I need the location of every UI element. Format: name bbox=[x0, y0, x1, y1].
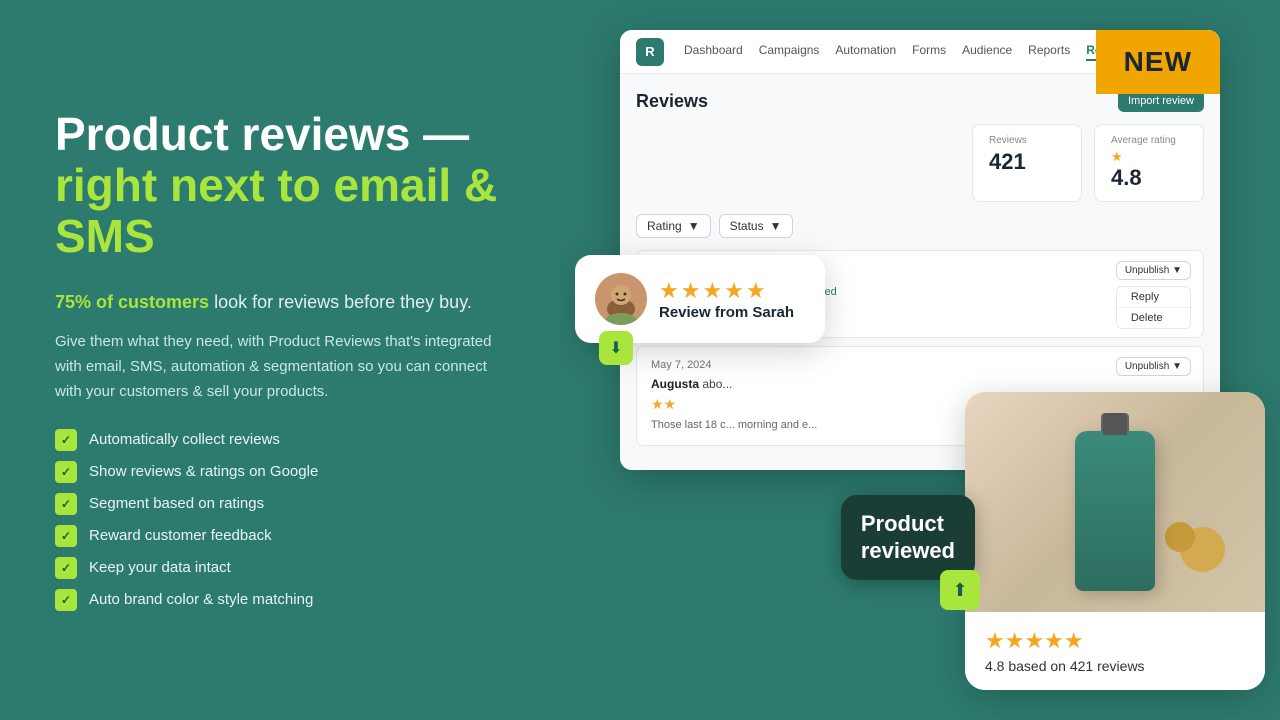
app-logo: R bbox=[636, 38, 664, 66]
product-reviewed-badge: Productreviewed bbox=[841, 495, 975, 580]
feature-label: Keep your data intact bbox=[89, 559, 231, 576]
nav-forms[interactable]: Forms bbox=[912, 43, 946, 61]
subheadline-rest: look for reviews before they buy. bbox=[209, 292, 472, 312]
product-image bbox=[965, 392, 1265, 612]
check-icon: ✓ bbox=[55, 557, 77, 579]
stats-row: Reviews 421 Average rating ★ 4.8 bbox=[636, 124, 1204, 202]
subheadline-bold: 75% of customers bbox=[55, 292, 209, 312]
product-rating-text: 4.8 based on 421 reviews bbox=[985, 658, 1245, 674]
action-buttons: Reply Delete bbox=[1116, 286, 1191, 329]
feature-label: Show reviews & ratings on Google bbox=[89, 463, 318, 480]
sarah-stars: ★★★★★ bbox=[659, 278, 794, 304]
product-bottle bbox=[1075, 413, 1155, 591]
sarah-name: Review from Sarah bbox=[659, 304, 794, 321]
reviews-stat-card: Reviews 421 bbox=[972, 124, 1082, 202]
subheadline: 75% of customers look for reviews before… bbox=[55, 289, 505, 316]
main-headline: Product reviews — right next to email & … bbox=[55, 109, 505, 261]
sarah-review-info: ★★★★★ Review from Sarah bbox=[659, 278, 794, 321]
check-icon: ✓ bbox=[55, 493, 77, 515]
decor-ball-2 bbox=[1165, 522, 1195, 552]
sarah-card-top: ★★★★★ Review from Sarah bbox=[595, 273, 805, 325]
dashboard-nav: Dashboard Campaigns Automation Forms Aud… bbox=[684, 43, 1134, 61]
feature-list: ✓ Automatically collect reviews ✓ Show r… bbox=[55, 429, 505, 611]
upload-icon: ⬆ bbox=[940, 570, 980, 610]
check-icon: ✓ bbox=[55, 525, 77, 547]
product-reviewed-text: Productreviewed bbox=[861, 511, 955, 562]
rating-stat-card: Average rating ★ 4.8 bbox=[1094, 124, 1204, 202]
rating-stat-label: Average rating bbox=[1111, 135, 1187, 146]
reviews-stat-value: 421 bbox=[989, 149, 1065, 175]
list-item: ✓ Automatically collect reviews bbox=[55, 429, 505, 451]
unpublish-select[interactable]: Unpublish ▼ bbox=[1116, 357, 1191, 376]
left-panel: Product reviews — right next to email & … bbox=[0, 0, 560, 720]
nav-campaigns[interactable]: Campaigns bbox=[759, 43, 820, 61]
check-icon: ✓ bbox=[55, 461, 77, 483]
reply-button[interactable]: Reply bbox=[1117, 287, 1190, 308]
description-text: Give them what they need, with Product R… bbox=[55, 330, 505, 404]
list-item: ✓ Reward customer feedback bbox=[55, 525, 505, 547]
check-icon: ✓ bbox=[55, 589, 77, 611]
list-item: ✓ Keep your data intact bbox=[55, 557, 505, 579]
feature-label: Reward customer feedback bbox=[89, 527, 272, 544]
reviews-page-title: Reviews bbox=[636, 91, 708, 112]
delete-button[interactable]: Delete bbox=[1117, 308, 1190, 328]
feature-label: Segment based on ratings bbox=[89, 495, 264, 512]
product-card: ★★★★★ 4.8 based on 421 reviews bbox=[965, 392, 1265, 690]
review-meta: May 7, 2024 bbox=[651, 359, 1189, 371]
bottle-body bbox=[1075, 431, 1155, 591]
nav-dashboard[interactable]: Dashboard bbox=[684, 43, 743, 61]
reviews-stat-label: Reviews bbox=[989, 135, 1065, 146]
author-name: Augusta bbox=[651, 377, 699, 391]
product-stars: ★★★★★ bbox=[985, 628, 1245, 654]
feature-label: Automatically collect reviews bbox=[89, 431, 280, 448]
headline-green: right next to email & SMS bbox=[55, 159, 497, 262]
nav-automation[interactable]: Automation bbox=[835, 43, 896, 61]
list-item: ✓ Show reviews & ratings on Google bbox=[55, 461, 505, 483]
filter-row: Rating ▼ Status ▼ bbox=[636, 214, 1204, 238]
review-actions: Unpublish ▼ bbox=[1116, 357, 1191, 382]
right-panel: NEW R Dashboard Campaigns Automation For… bbox=[560, 0, 1280, 720]
review-author: Augusta abo... bbox=[651, 377, 1189, 391]
avatar bbox=[595, 273, 647, 325]
check-icon: ✓ bbox=[55, 429, 77, 451]
review-actions: Unpublish ▼ Reply Delete bbox=[1116, 261, 1191, 329]
headline-white: Product reviews — bbox=[55, 108, 469, 160]
product-info: ★★★★★ 4.8 based on 421 reviews bbox=[965, 612, 1265, 690]
rating-stat-value: 4.8 bbox=[1111, 165, 1187, 191]
unpublish-select[interactable]: Unpublish ▼ bbox=[1116, 261, 1191, 280]
new-badge: NEW bbox=[1096, 30, 1220, 94]
list-item: ✓ Auto brand color & style matching bbox=[55, 589, 505, 611]
review-date: May 7, 2024 bbox=[651, 359, 712, 371]
download-icon: ⬇ bbox=[599, 331, 633, 365]
feature-label: Auto brand color & style matching bbox=[89, 591, 313, 608]
sarah-review-card: ★★★★★ Review from Sarah ⬇ bbox=[575, 255, 825, 343]
list-item: ✓ Segment based on ratings bbox=[55, 493, 505, 515]
rating-star-icon: ★ bbox=[1111, 149, 1187, 165]
status-filter[interactable]: Status ▼ bbox=[719, 214, 793, 238]
rating-filter[interactable]: Rating ▼ bbox=[636, 214, 711, 238]
nav-audience[interactable]: Audience bbox=[962, 43, 1012, 61]
nav-reports[interactable]: Reports bbox=[1028, 43, 1070, 61]
